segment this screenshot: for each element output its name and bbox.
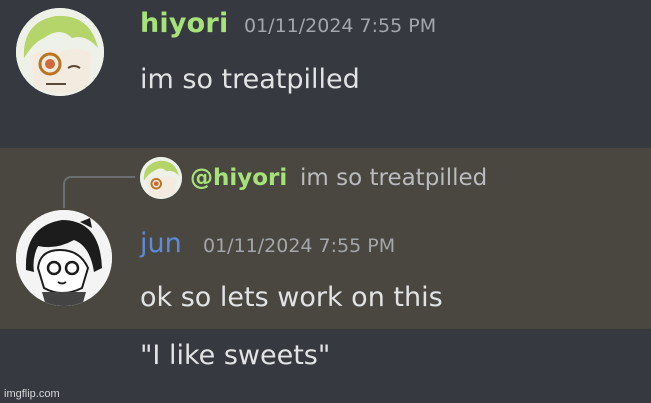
- reply-avatar[interactable]: [140, 157, 182, 199]
- reply-connector-line: [63, 176, 135, 208]
- jun-username[interactable]: jun: [140, 228, 182, 259]
- hiyori-username[interactable]: hiyori: [140, 8, 228, 39]
- anime-girl-black-hair-avatar-icon: [16, 210, 112, 306]
- message1-text: im so treatpilled: [140, 64, 360, 95]
- anime-boy-green-hair-avatar-icon: [16, 8, 104, 96]
- reply-mention[interactable]: @hiyori: [190, 165, 287, 191]
- watermark: imgflip.com: [4, 388, 60, 400]
- message3-text: "I like sweets": [140, 340, 331, 371]
- message1-timestamp: 01/11/2024 7:55 PM: [244, 15, 437, 37]
- hiyori-avatar[interactable]: [16, 8, 104, 96]
- message2-timestamp: 01/11/2024 7:55 PM: [203, 235, 396, 257]
- anime-boy-green-hair-avatar-small-icon: [140, 157, 182, 199]
- jun-avatar[interactable]: [16, 210, 112, 306]
- reply-preview-text[interactable]: im so treatpilled: [300, 165, 487, 191]
- message2-text: ok so lets work on this: [140, 282, 443, 313]
